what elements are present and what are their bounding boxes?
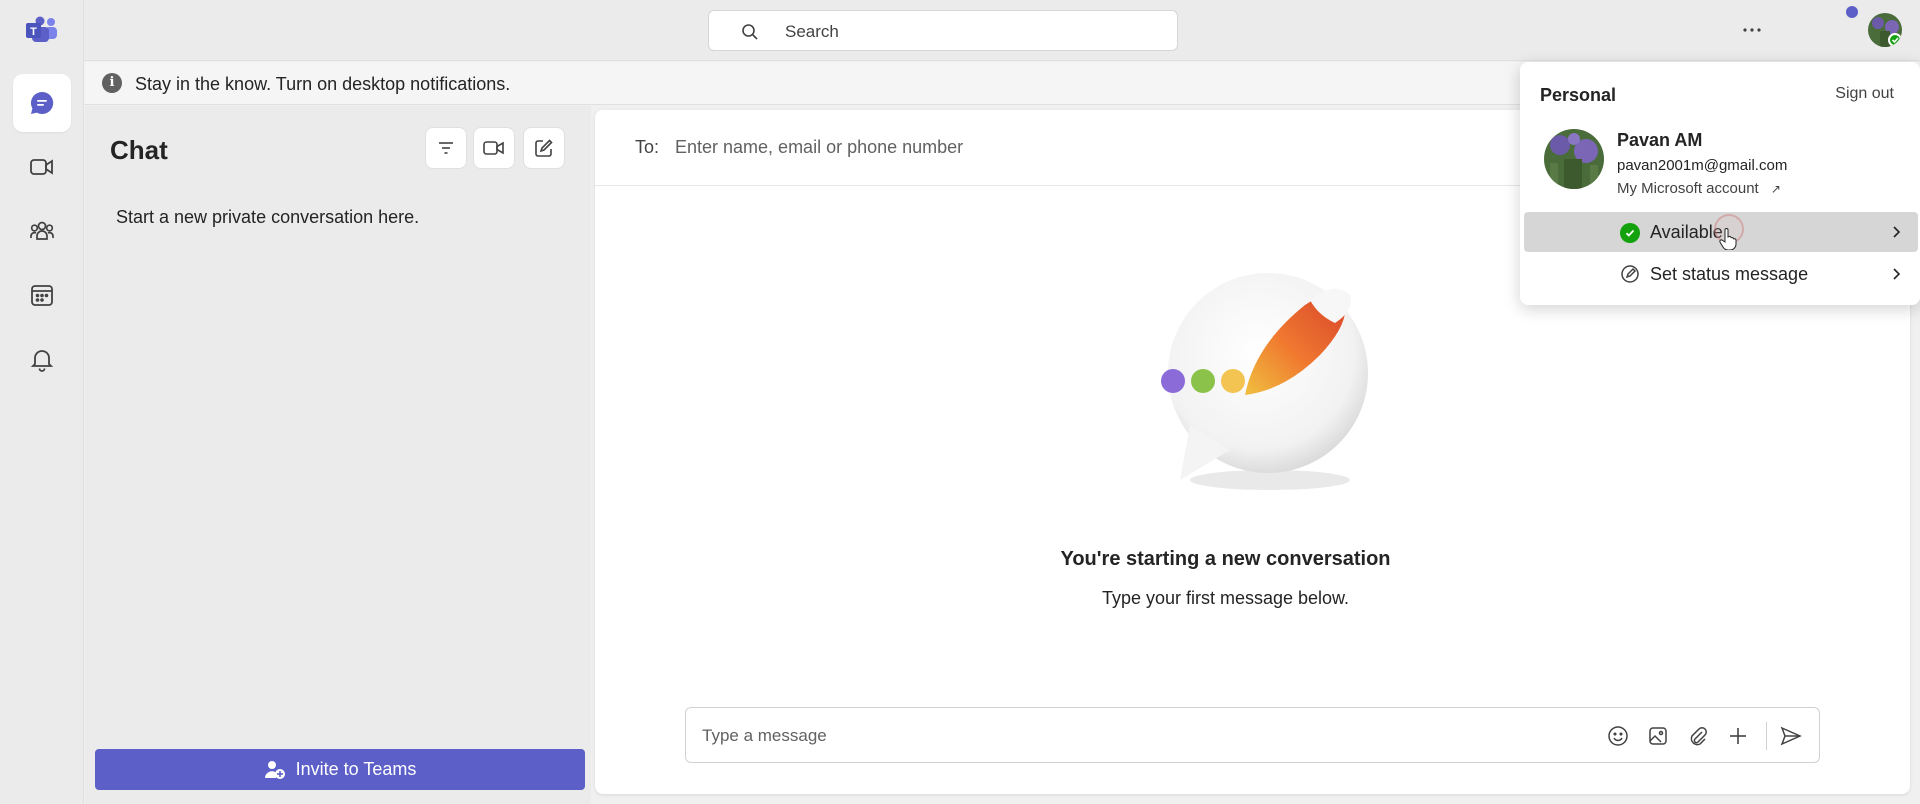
set-status-message-item[interactable]: Set status message <box>1524 254 1918 294</box>
new-conversation-illustration <box>1120 255 1410 505</box>
invite-label: Invite to Teams <box>295 759 417 779</box>
filter-icon <box>439 142 453 154</box>
message-input[interactable]: Type a message <box>702 726 827 746</box>
search-box[interactable]: Search <box>708 10 1178 51</box>
composer-divider <box>1766 722 1767 750</box>
chat-icon <box>30 91 54 114</box>
recipient-input[interactable]: Enter name, email or phone number <box>675 137 963 158</box>
chat-list-pane: Chat Start a new private conversation he… <box>85 106 591 804</box>
more-options-button[interactable] <box>1737 17 1767 43</box>
sign-out-link[interactable]: Sign out <box>1835 85 1894 103</box>
account-link-label: My Microsoft account <box>1617 180 1759 197</box>
filter-button[interactable] <box>425 127 467 169</box>
meet-now-button[interactable] <box>473 127 515 169</box>
app-rail: T <box>0 0 84 804</box>
chevron-right-icon <box>1893 268 1901 280</box>
empty-state-title: You're starting a new conversation <box>1060 548 1391 570</box>
status-label: Available <box>1650 222 1723 242</box>
people-icon <box>30 221 54 240</box>
plus-icon[interactable] <box>1726 724 1750 748</box>
user-email: pavan2001m@gmail.com <box>1617 157 1788 174</box>
notification-dot <box>1846 6 1858 18</box>
attach-icon[interactable] <box>1686 724 1710 748</box>
chevron-right-icon <box>1893 226 1901 238</box>
status-message-label: Set status message <box>1650 264 1809 284</box>
message-composer[interactable]: Type a message <box>685 707 1820 763</box>
to-label: To: <box>635 137 660 157</box>
search-placeholder: Search <box>785 22 839 41</box>
avatar[interactable] <box>1544 129 1604 189</box>
calendar-icon <box>31 285 53 306</box>
microsoft-account-link[interactable]: My Microsoft account ↗ <box>1617 180 1781 197</box>
emoji-icon[interactable] <box>1606 724 1630 748</box>
add-people-icon <box>264 760 285 779</box>
banner-text[interactable]: Stay in the know. Turn on desktop notifi… <box>135 74 510 95</box>
rail-item-chat[interactable] <box>13 74 71 132</box>
compose-icon <box>535 139 553 157</box>
external-link-icon: ↗ <box>1770 182 1781 196</box>
more-icon <box>1743 28 1761 32</box>
teams-logo-icon: T <box>26 16 58 44</box>
empty-state-subtitle: Type your first message below. <box>1101 588 1350 608</box>
search-icon <box>741 23 759 46</box>
video-icon <box>30 159 53 175</box>
new-chat-button[interactable] <box>523 127 565 169</box>
rail-item-activity[interactable] <box>13 330 71 388</box>
profile-avatar-button[interactable] <box>1868 13 1902 47</box>
svg-text:T: T <box>30 26 37 38</box>
account-type-label: Personal <box>1540 85 1617 105</box>
rail-item-meet[interactable] <box>13 138 71 196</box>
profile-menu: Personal Sign out Pavan AM pavan2001m@gm… <box>1520 62 1920 305</box>
bell-icon <box>30 350 54 372</box>
rail-item-communities[interactable] <box>13 202 71 260</box>
hand-cursor-icon <box>1719 228 1737 255</box>
page-title: Chat <box>110 135 168 165</box>
image-icon[interactable] <box>1646 724 1670 748</box>
rail-item-calendar[interactable] <box>13 266 71 324</box>
video-icon <box>483 141 504 155</box>
edit-status-icon <box>1620 264 1640 289</box>
info-icon: i <box>102 73 122 93</box>
invite-to-teams-button[interactable]: Invite to Teams <box>95 749 585 790</box>
user-name: Pavan AM <box>1617 130 1703 150</box>
available-status-icon <box>1620 223 1640 243</box>
empty-chat-hint: Start a new private conversation here. <box>116 207 420 227</box>
top-bar: Search <box>84 0 1920 61</box>
send-icon[interactable] <box>1779 724 1803 748</box>
